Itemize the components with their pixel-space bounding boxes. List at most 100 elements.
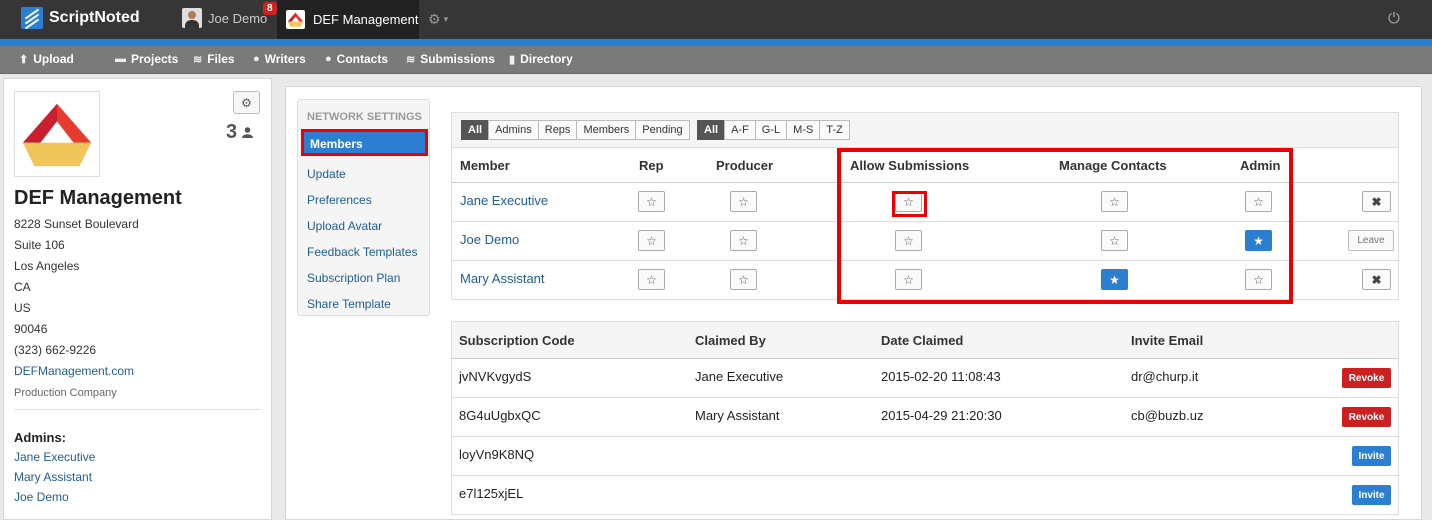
- subscription-code: 8G4uUgbxQC: [459, 408, 541, 423]
- nav-projects[interactable]: ▬ Projects: [115, 52, 178, 66]
- contact-icon: ●: [325, 53, 332, 65]
- gear-icon: ⚙: [428, 11, 441, 27]
- address-line: Los Angeles: [14, 259, 80, 273]
- star-icon: ☆: [903, 194, 914, 209]
- filter-alpha-m-s[interactable]: M-S: [786, 120, 821, 140]
- nav-files[interactable]: ≋ Files: [193, 52, 235, 66]
- revoke-button[interactable]: Revoke: [1342, 407, 1391, 427]
- member-name[interactable]: Jane Executive: [460, 193, 548, 208]
- user-icon: ●: [253, 53, 260, 65]
- date-claimed: 2015-02-20 11:08:43: [881, 369, 1001, 384]
- member-name[interactable]: Joe Demo: [460, 232, 519, 247]
- nav-directory[interactable]: ▮ Directory: [509, 52, 573, 66]
- remove-member-button[interactable]: ✖: [1362, 191, 1391, 212]
- brand-logo-icon: [21, 7, 43, 29]
- brand-logo[interactable]: ScriptNoted: [21, 7, 140, 29]
- user-menu[interactable]: Joe Demo: [182, 8, 267, 28]
- producer-toggle[interactable]: ☆: [730, 191, 757, 212]
- allow-submissions-toggle[interactable]: ☆: [895, 230, 922, 251]
- star-icon: ☆: [1109, 233, 1120, 248]
- alpha-filter-group: All A-F G-L M-S T-Z: [697, 120, 850, 140]
- col-invite-email: Invite Email: [1131, 333, 1204, 348]
- admin-link[interactable]: Joe Demo: [14, 490, 69, 504]
- member-row: Joe Demo ☆ ☆ ☆ ☆ ★ Leave: [451, 222, 1399, 261]
- nav-upload[interactable]: ⬆ Upload: [19, 52, 74, 66]
- col-manage-contacts: Manage Contacts: [1059, 158, 1167, 173]
- main-content: NETWORK SETTINGS Members Update Preferen…: [285, 86, 1422, 520]
- filter-alpha-all[interactable]: All: [697, 120, 726, 140]
- star-icon: ☆: [903, 233, 914, 248]
- nav-submissions[interactable]: ≋ Submissions: [406, 52, 495, 66]
- manage-contacts-toggle[interactable]: ★: [1101, 269, 1128, 290]
- admin-toggle[interactable]: ☆: [1245, 269, 1272, 290]
- org-settings-dropdown[interactable]: ⚙ ▾: [428, 11, 448, 28]
- producer-toggle[interactable]: ☆: [730, 269, 757, 290]
- role-filter-group: All Admins Reps Members Pending: [461, 120, 690, 140]
- admin-toggle[interactable]: ★: [1245, 230, 1272, 251]
- settings-nav-members[interactable]: Members: [301, 129, 428, 156]
- nav-contacts[interactable]: ● Contacts: [325, 52, 388, 66]
- star-icon: ☆: [903, 272, 914, 287]
- members-table: Member Rep Producer Allow Submissions Ma…: [451, 147, 1399, 300]
- member-name[interactable]: Mary Assistant: [460, 271, 545, 286]
- member-row: Jane Executive ☆ ☆ ☆ ☆ ☆ ✖: [451, 183, 1399, 222]
- org-settings-button[interactable]: ⚙: [233, 91, 260, 114]
- filter-alpha-g-l[interactable]: G-L: [754, 120, 788, 140]
- address-line: CA: [14, 280, 31, 294]
- settings-nav-subscription-plan[interactable]: Subscription Plan: [307, 271, 400, 285]
- files-icon: ≋: [193, 53, 203, 66]
- col-claimed-by: Claimed By: [695, 333, 766, 348]
- col-admin: Admin: [1240, 158, 1281, 173]
- settings-nav-feedback-templates[interactable]: Feedback Templates: [307, 245, 418, 259]
- col-subscription-code: Subscription Code: [459, 333, 575, 348]
- members-table-header: Member Rep Producer Allow Submissions Ma…: [451, 147, 1399, 183]
- star-filled-icon: ★: [1109, 272, 1120, 287]
- active-org-tab[interactable]: DEF Management: [277, 0, 419, 39]
- nav-label: Upload: [33, 52, 74, 66]
- member-count-value: 3: [226, 121, 238, 143]
- filter-role-members[interactable]: Members: [576, 120, 637, 140]
- allow-submissions-toggle[interactable]: ☆: [895, 191, 922, 212]
- admin-link[interactable]: Jane Executive: [14, 450, 95, 464]
- subscription-row: e7l125xjEL Invite: [451, 476, 1399, 515]
- filter-role-reps[interactable]: Reps: [537, 120, 578, 140]
- manage-contacts-toggle[interactable]: ☆: [1101, 230, 1128, 251]
- filter-alpha-a-f[interactable]: A-F: [724, 120, 756, 140]
- power-icon[interactable]: ⏻: [1388, 10, 1400, 27]
- address-line: Suite 106: [14, 238, 65, 252]
- member-row: Mary Assistant ☆ ☆ ☆ ★ ☆ ✖: [451, 261, 1399, 300]
- settings-nav-share-template[interactable]: Share Template: [307, 297, 391, 311]
- subscriptions-table-header: Subscription Code Claimed By Date Claime…: [451, 321, 1399, 359]
- filter-role-admins[interactable]: Admins: [488, 120, 539, 140]
- invite-button[interactable]: Invite: [1352, 446, 1391, 466]
- subscription-code: e7l125xjEL: [459, 486, 524, 501]
- filter-role-all[interactable]: All: [461, 120, 490, 140]
- org-avatar: [14, 91, 100, 177]
- subscription-row: jvNVKvgydS Jane Executive 2015-02-20 11:…: [451, 359, 1399, 398]
- nav-writers[interactable]: ● Writers: [253, 52, 306, 66]
- website-link[interactable]: DEFManagement.com: [14, 364, 134, 378]
- admin-link[interactable]: Mary Assistant: [14, 470, 92, 484]
- settings-nav-upload-avatar[interactable]: Upload Avatar: [307, 219, 382, 233]
- settings-nav-update[interactable]: Update: [307, 167, 346, 181]
- manage-contacts-toggle[interactable]: ☆: [1101, 191, 1128, 212]
- settings-nav-preferences[interactable]: Preferences: [307, 193, 372, 207]
- star-icon: ☆: [738, 272, 749, 287]
- rep-toggle[interactable]: ☆: [638, 191, 665, 212]
- rep-toggle[interactable]: ☆: [638, 230, 665, 251]
- producer-toggle[interactable]: ☆: [730, 230, 757, 251]
- leave-button[interactable]: Leave: [1348, 230, 1394, 251]
- remove-member-button[interactable]: ✖: [1362, 269, 1391, 290]
- admin-toggle[interactable]: ☆: [1245, 191, 1272, 212]
- brand-name: ScriptNoted: [49, 9, 140, 26]
- invite-button[interactable]: Invite: [1352, 485, 1391, 505]
- rep-toggle[interactable]: ☆: [638, 269, 665, 290]
- filter-role-pending[interactable]: Pending: [635, 120, 690, 140]
- notification-badge[interactable]: 8: [263, 2, 277, 15]
- phone-number: (323) 662-9226: [14, 343, 97, 357]
- address-line: 8228 Sunset Boulevard: [14, 217, 139, 231]
- revoke-button[interactable]: Revoke: [1342, 368, 1391, 388]
- filter-alpha-t-z[interactable]: T-Z: [819, 120, 850, 140]
- org-profile-panel: ⚙ 3 DEF Management 8228 Sunset Boulevard…: [3, 78, 272, 520]
- allow-submissions-toggle[interactable]: ☆: [895, 269, 922, 290]
